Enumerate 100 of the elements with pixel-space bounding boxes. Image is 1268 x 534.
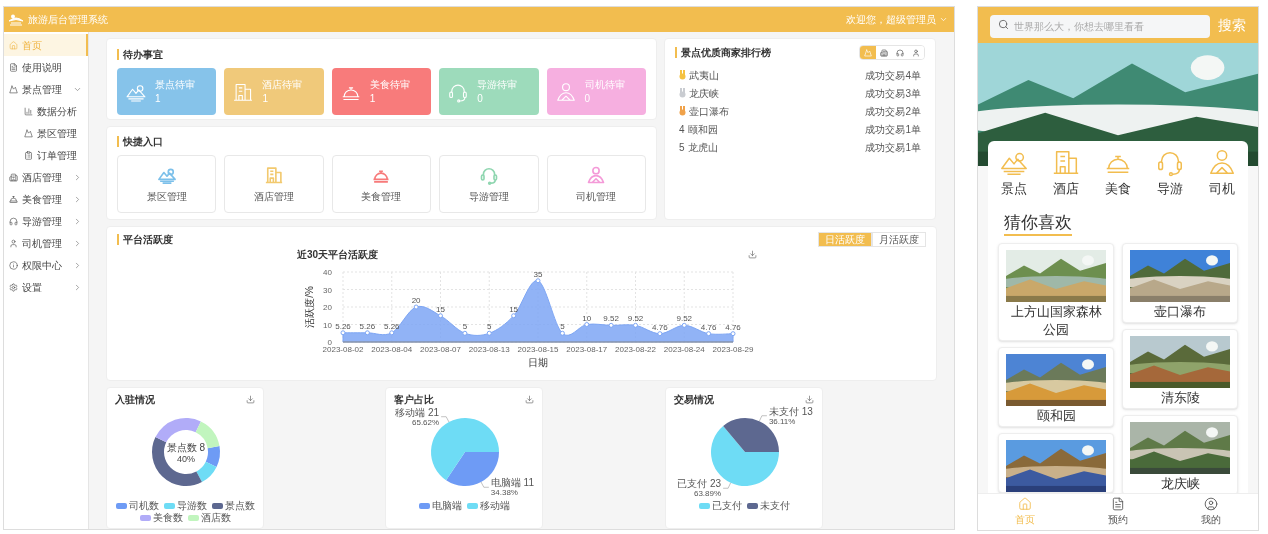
document-icon <box>1111 497 1125 511</box>
legend-label: 导游数 <box>176 500 207 512</box>
tick-label: 2023-08-29 <box>712 345 754 354</box>
legend-label: 景点数 <box>224 500 255 512</box>
data-point <box>535 278 541 284</box>
legend-label: 移动端 <box>479 500 510 512</box>
legend-label: 美食数 <box>152 512 183 524</box>
shortcut-card[interactable]: 美食管理 <box>331 155 432 213</box>
tick-label: 2023-08-15 <box>517 345 559 354</box>
logo-icon <box>8 12 24 27</box>
sidebar-item[interactable]: 使用说明 <box>4 56 88 78</box>
place-name: 壶口瀑布 <box>1154 302 1206 321</box>
shortcut-card[interactable]: 司机管理 <box>546 155 646 213</box>
tick-label: 30 <box>323 285 332 295</box>
person-icon <box>1207 147 1237 177</box>
tick-label: 2023-08-13 <box>468 345 510 354</box>
rank-number: 5 <box>679 140 685 155</box>
shortcut-card[interactable]: 导游管理 <box>439 155 539 213</box>
place-card[interactable]: 颐和园 <box>998 346 1114 427</box>
sidebar-item[interactable]: 司机管理 <box>4 232 88 254</box>
search-field[interactable]: 世界那么大，你想去哪里看看 <box>990 14 1210 38</box>
tick-label: 2023-08-22 <box>615 345 656 354</box>
leader-line <box>722 482 731 489</box>
download-icon[interactable] <box>805 394 814 404</box>
place-name: 清东陵 <box>1160 388 1200 407</box>
merchant-name: 龙庆峡 <box>689 86 720 101</box>
category-button[interactable]: 景点 <box>988 147 1040 199</box>
card-label: 美食待审 <box>369 77 410 92</box>
shortcut-card[interactable]: 酒店管理 <box>224 155 324 213</box>
category-button[interactable]: 美食 <box>1092 147 1144 199</box>
card-title: 入驻情况 <box>115 392 155 407</box>
nav-tab[interactable]: 我的 <box>1164 494 1258 530</box>
download-icon[interactable] <box>525 394 534 404</box>
sidebar-item[interactable]: 景区管理 <box>4 122 88 144</box>
data-label: 5.26 <box>383 321 400 331</box>
user-circle-icon <box>1204 497 1219 511</box>
data-label: 5 <box>487 322 492 332</box>
home-icon <box>1017 497 1032 511</box>
place-card[interactable]: 上方山国家森林公园 <box>998 242 1114 341</box>
merchant-name: 武夷山 <box>689 68 720 83</box>
sidebar-item[interactable]: 订单管理 <box>4 144 88 166</box>
bar-chart-icon <box>24 106 33 116</box>
data-label: 15 <box>436 304 445 314</box>
category-button[interactable]: 酒店 <box>1040 147 1092 199</box>
panel-title: 快捷入口 <box>123 135 163 149</box>
data-label: 4.76 <box>700 322 717 332</box>
card-count: 0 <box>584 91 592 106</box>
sidebar-item[interactable]: 数据分析 <box>4 100 88 122</box>
tick-label: 10 <box>323 320 332 330</box>
sidebar-item[interactable]: 美食管理 <box>4 188 88 210</box>
deal-count: 成功交易1单 <box>865 140 921 155</box>
slice-label: 电脑端 11 <box>490 477 534 489</box>
card-title: 客户占比 <box>394 392 434 407</box>
download-icon[interactable] <box>748 250 757 259</box>
home-icon <box>9 40 18 50</box>
headset-icon <box>896 48 904 57</box>
tick-label: 2023-08-24 <box>663 345 705 354</box>
place-card[interactable] <box>998 432 1114 493</box>
document-icon <box>9 62 18 72</box>
legend-label: 司机数 <box>128 500 159 512</box>
tick-label: 2023-08-07 <box>420 345 461 354</box>
card-label: 景点待审 <box>155 77 195 92</box>
data-label: 5 <box>560 322 565 332</box>
data-point <box>706 331 712 337</box>
sidebar-item[interactable]: 设置 <box>4 276 88 298</box>
range-tab[interactable]: 月活跃度 <box>872 232 926 247</box>
slice-label: 65.62% <box>412 417 440 427</box>
slice-label: 34.38% <box>490 488 518 498</box>
sidebar-item[interactable]: 导游管理 <box>4 210 88 232</box>
card-count: 1 <box>155 91 162 106</box>
place-card[interactable]: 清东陵 <box>1122 328 1238 409</box>
place-card[interactable]: 壶口瀑布 <box>1122 242 1238 323</box>
person-icon <box>9 238 18 248</box>
download-icon[interactable] <box>246 394 255 404</box>
tick-label: 20 <box>323 303 332 312</box>
card-label: 司机待审 <box>584 77 625 92</box>
headset-icon <box>9 216 18 226</box>
data-point <box>340 330 346 336</box>
sidebar-item[interactable]: 景点管理 <box>4 78 88 100</box>
data-point <box>511 313 517 319</box>
search-icon <box>998 18 1009 30</box>
category-button[interactable]: 司机 <box>1196 147 1248 199</box>
nav-tab[interactable]: 预约 <box>1071 494 1165 530</box>
axis-title: 日期 <box>528 357 548 368</box>
center-label: 40% <box>177 454 195 464</box>
slice-label: 未支付 13 <box>768 405 813 417</box>
category-button[interactable]: 导游 <box>1144 147 1196 199</box>
data-point <box>633 322 638 328</box>
sidebar-item[interactable]: 权限中心 <box>4 254 88 276</box>
tick-label: 2023-08-02 <box>322 345 364 354</box>
person-icon <box>554 80 577 103</box>
settings-icon <box>9 282 18 292</box>
place-card[interactable]: 龙庆峡 <box>1122 414 1238 493</box>
data-point <box>438 313 443 319</box>
sidebar-item[interactable]: 酒店管理 <box>4 166 88 188</box>
legend-label: 电脑端 <box>431 500 462 512</box>
data-label: 5 <box>462 322 468 332</box>
data-point <box>730 331 736 337</box>
shortcut-card[interactable]: 景区管理 <box>117 155 217 213</box>
cloche-icon <box>9 194 18 204</box>
